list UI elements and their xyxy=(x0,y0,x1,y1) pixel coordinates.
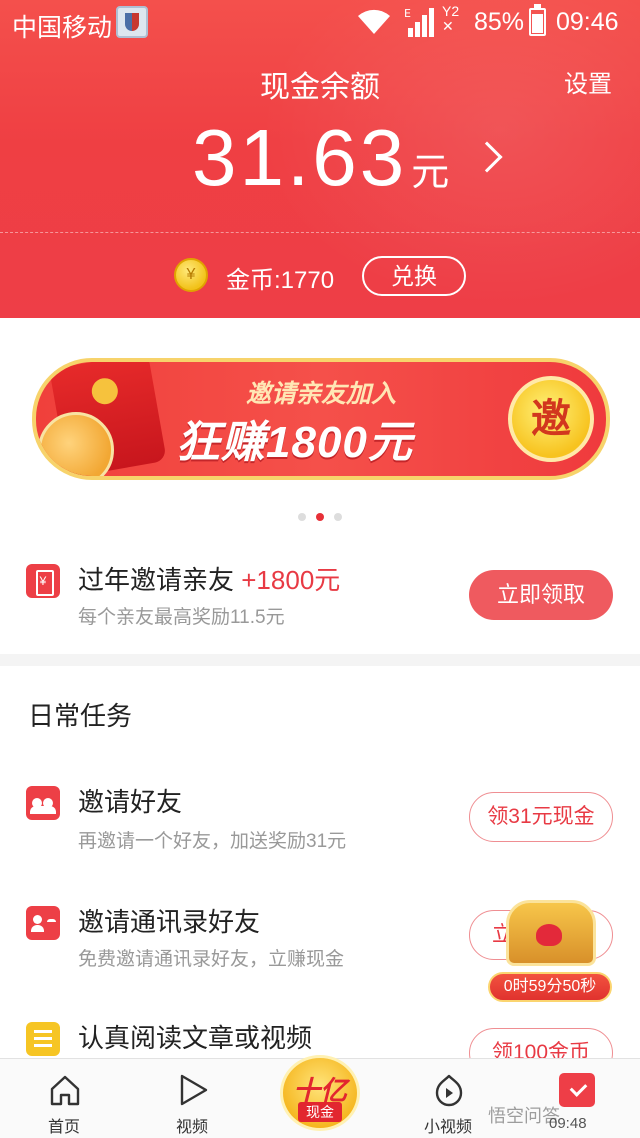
document-icon xyxy=(26,1022,60,1056)
banner-invite-button[interactable]: 邀 xyxy=(508,376,594,462)
watermark: 悟空问答 xyxy=(488,1098,638,1134)
task-title: 邀请通讯录好友 xyxy=(78,907,261,937)
banner-headline: 狂赚1800元 xyxy=(176,418,413,467)
pager-dot-active[interactable] xyxy=(316,513,324,521)
coin-count: 金币:1770 xyxy=(226,267,335,294)
wifi-icon xyxy=(356,6,392,43)
contact-card-icon xyxy=(26,906,60,940)
red-envelope-icon xyxy=(26,564,60,598)
chevron-right-icon[interactable] xyxy=(471,141,503,173)
promo-subtitle: 每个亲友最高奖励11.5元 xyxy=(78,607,285,628)
banner-subtitle: 邀请亲友加入 xyxy=(246,380,397,408)
promo-reward: +1800元 xyxy=(241,565,341,595)
dashed-divider xyxy=(0,232,640,233)
invite-banner[interactable]: 邀请亲友加入 狂赚1800元 邀 xyxy=(32,358,610,480)
promo-title-text: 过年邀请亲友 xyxy=(78,565,235,595)
balance-display[interactable]: 31.63 元 xyxy=(192,112,449,204)
status-bar: 中国移动 E Y2 ✕ 85% 09:46 xyxy=(0,0,640,46)
battery-percent: 85% xyxy=(474,8,525,36)
people-icon xyxy=(26,786,60,820)
carousel-pager xyxy=(0,508,640,526)
balance-unit: 元 xyxy=(411,152,450,194)
nav-label: 小视频 xyxy=(423,1119,472,1136)
sim2-label: Y2 xyxy=(442,3,460,19)
gold-coin-icon: ¥ xyxy=(174,258,208,292)
nav-small-video[interactable]: 小视频 xyxy=(398,1059,498,1138)
security-shield-icon xyxy=(116,6,148,38)
coin-icon xyxy=(38,412,114,476)
settings-link[interactable]: 设置 xyxy=(564,64,612,99)
cash-badge-bottom: 现金 xyxy=(298,1102,342,1122)
nav-label: 首页 xyxy=(47,1119,80,1136)
billion-cash-badge[interactable]: 十亿 现金 xyxy=(268,1051,372,1135)
banner-carousel: 邀请亲友加入 狂赚1800元 邀 xyxy=(0,318,640,528)
section-title: 日常任务 xyxy=(28,701,133,731)
task-title: 邀请好友 xyxy=(78,787,183,817)
treasure-chest-widget[interactable]: 0时59分50秒 xyxy=(488,888,612,1004)
new-year-invite-row: 过年邀请亲友 +1800元 每个亲友最高奖励11.5元 立即领取 xyxy=(0,528,640,654)
watermark-text: 悟空问答 xyxy=(488,1106,560,1126)
nav-label: 视频 xyxy=(175,1119,208,1136)
balance-amount: 31.63 xyxy=(192,113,408,202)
task-subtitle: 再邀请一个好友，加送奖励31元 xyxy=(78,831,347,852)
heart-icon xyxy=(536,924,562,946)
cell-signal-icon: E xyxy=(404,6,438,45)
promo-title: 过年邀请亲友 +1800元 xyxy=(78,560,340,597)
home-icon xyxy=(50,1075,80,1106)
pager-dot[interactable] xyxy=(334,513,342,521)
page-title: 现金余额 xyxy=(260,71,380,104)
cash-balance-header: 中国移动 E Y2 ✕ 85% 09:46 现金余额 设置 31.63 元 ¥ 金币… xyxy=(0,0,640,318)
exchange-button[interactable]: 兑换 xyxy=(362,256,466,296)
nav-home[interactable]: 首页 xyxy=(14,1059,114,1138)
claim-now-button[interactable]: 立即领取 xyxy=(469,570,613,620)
sim2-signal-icon: Y2 ✕ xyxy=(442,3,460,34)
carrier-name: 中国移动 xyxy=(12,14,113,42)
battery-icon xyxy=(529,4,546,36)
task-title: 认真阅读文章或视频 xyxy=(78,1023,313,1053)
pager-dot[interactable] xyxy=(298,513,306,521)
chest-countdown: 0时59分50秒 xyxy=(488,972,612,1002)
play-icon xyxy=(180,1074,208,1106)
status-time: 09:46 xyxy=(556,8,619,36)
task-subtitle: 免费邀请通讯录好友，立赚现金 xyxy=(78,949,345,970)
get-31-cash-button[interactable]: 领31元现金 xyxy=(469,792,613,842)
nav-video[interactable]: 视频 xyxy=(142,1059,242,1138)
small-video-icon xyxy=(435,1074,463,1107)
signal-type-label: E xyxy=(404,7,411,20)
